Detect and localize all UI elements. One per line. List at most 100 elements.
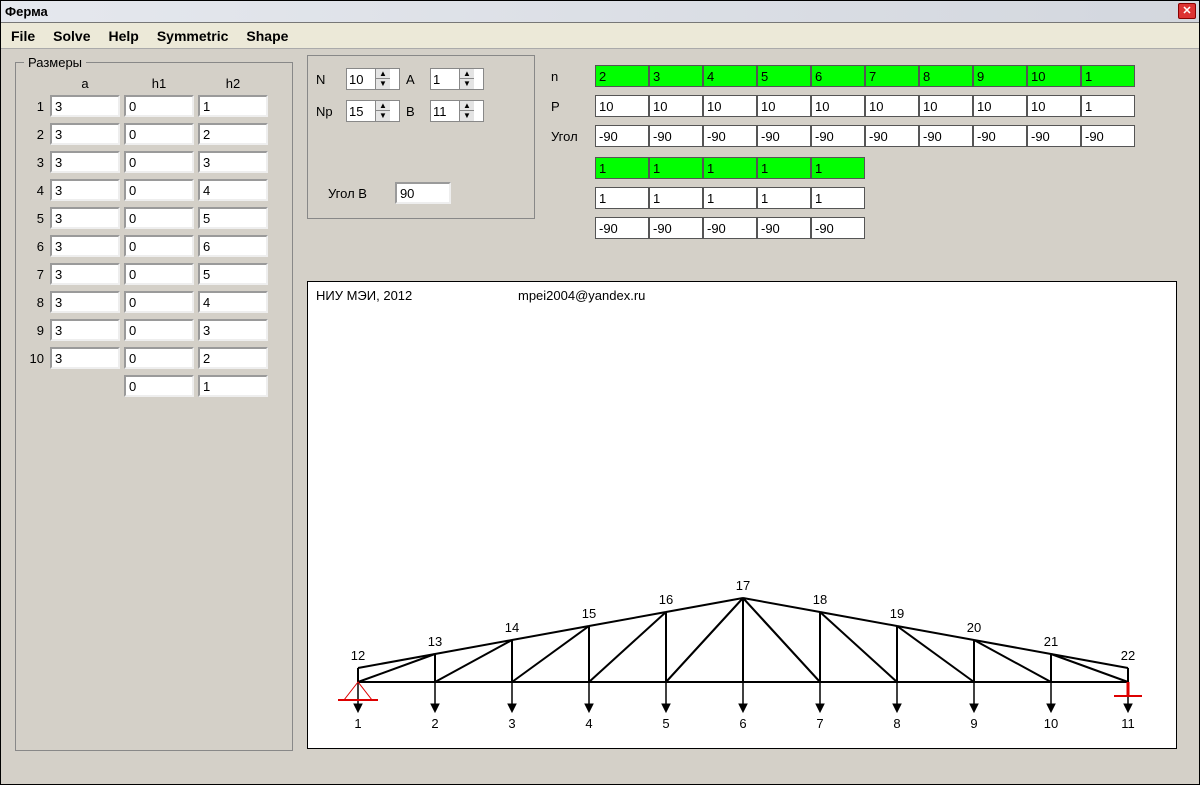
load-P-1[interactable]: 10 [649,95,703,117]
spin-N[interactable]: ▲▼ [346,68,400,90]
load-angle2-2[interactable]: -90 [703,217,757,239]
size-h1-3[interactable] [124,179,194,201]
size-h2-8[interactable] [198,319,268,341]
size-h2-3[interactable] [198,179,268,201]
load-angle-0[interactable]: -90 [595,125,649,147]
size-a-5[interactable] [50,235,120,257]
load-n-4[interactable]: 6 [811,65,865,87]
load-P-2[interactable]: 10 [703,95,757,117]
load-angle-5[interactable]: -90 [865,125,919,147]
size-h1-0[interactable] [124,95,194,117]
size-h1-7[interactable] [124,291,194,313]
size-h1-8[interactable] [124,319,194,341]
load-P-3[interactable]: 10 [757,95,811,117]
size-h2-9[interactable] [198,347,268,369]
load-n-3[interactable]: 5 [757,65,811,87]
load-n2-4[interactable]: 1 [811,157,865,179]
size-h2-5[interactable] [198,235,268,257]
size-h1-9[interactable] [124,347,194,369]
load-n-8[interactable]: 10 [1027,65,1081,87]
extra-h2[interactable] [198,375,268,397]
load-P-0[interactable]: 10 [595,95,649,117]
size-h2-2[interactable] [198,151,268,173]
size-h1-1[interactable] [124,123,194,145]
size-a-4[interactable] [50,207,120,229]
Np-up[interactable]: ▲ [376,101,390,111]
load-P-5[interactable]: 10 [865,95,919,117]
B-down[interactable]: ▼ [460,111,474,121]
load-angle-8[interactable]: -90 [1027,125,1081,147]
menu-symmetric[interactable]: Symmetric [157,28,229,44]
load-angle-3[interactable]: -90 [757,125,811,147]
load-angle2-4[interactable]: -90 [811,217,865,239]
load-P-6[interactable]: 10 [919,95,973,117]
size-a-3[interactable] [50,179,120,201]
load-P-4[interactable]: 10 [811,95,865,117]
size-h1-4[interactable] [124,207,194,229]
load-angle-6[interactable]: -90 [919,125,973,147]
size-h2-7[interactable] [198,291,268,313]
load-angle2-1[interactable]: -90 [649,217,703,239]
load-angle-9[interactable]: -90 [1081,125,1135,147]
size-h1-2[interactable] [124,151,194,173]
load-n2-1[interactable]: 1 [649,157,703,179]
load-angle-2[interactable]: -90 [703,125,757,147]
spin-Np[interactable]: ▲▼ [346,100,400,122]
load-P2-0[interactable]: 1 [595,187,649,209]
load-n-9[interactable]: 1 [1081,65,1135,87]
size-a-1[interactable] [50,123,120,145]
size-h2-4[interactable] [198,207,268,229]
load-P-9[interactable]: 1 [1081,95,1135,117]
menu-solve[interactable]: Solve [53,28,90,44]
size-h1-5[interactable] [124,235,194,257]
size-a-8[interactable] [50,319,120,341]
load-n-1[interactable]: 3 [649,65,703,87]
A-down[interactable]: ▼ [460,79,474,89]
load-P-8[interactable]: 10 [1027,95,1081,117]
load-P-7[interactable]: 10 [973,95,1027,117]
input-Np[interactable] [347,101,375,121]
load-n-0[interactable]: 2 [595,65,649,87]
size-a-2[interactable] [50,151,120,173]
spin-B[interactable]: ▲▼ [430,100,484,122]
menu-help[interactable]: Help [108,28,138,44]
size-h2-6[interactable] [198,263,268,285]
B-up[interactable]: ▲ [460,101,474,111]
load-P2-3[interactable]: 1 [757,187,811,209]
menu-shape[interactable]: Shape [246,28,288,44]
load-angle2-0[interactable]: -90 [595,217,649,239]
size-h2-0[interactable] [198,95,268,117]
A-up[interactable]: ▲ [460,69,474,79]
size-h2-1[interactable] [198,123,268,145]
input-A[interactable] [431,69,459,89]
N-up[interactable]: ▲ [376,69,390,79]
load-n2-0[interactable]: 1 [595,157,649,179]
load-n-5[interactable]: 7 [865,65,919,87]
menu-file[interactable]: File [11,28,35,44]
input-angleB[interactable] [395,182,451,204]
load-angle-1[interactable]: -90 [649,125,703,147]
load-angle-4[interactable]: -90 [811,125,865,147]
load-angle-7[interactable]: -90 [973,125,1027,147]
load-n2-3[interactable]: 1 [757,157,811,179]
load-P2-1[interactable]: 1 [649,187,703,209]
load-n-6[interactable]: 8 [919,65,973,87]
size-a-0[interactable] [50,95,120,117]
input-B[interactable] [431,101,459,121]
spin-A[interactable]: ▲▼ [430,68,484,90]
input-N[interactable] [347,69,375,89]
load-P2-4[interactable]: 1 [811,187,865,209]
load-n-7[interactable]: 9 [973,65,1027,87]
close-button[interactable]: ✕ [1178,3,1196,19]
N-down[interactable]: ▼ [376,79,390,89]
Np-down[interactable]: ▼ [376,111,390,121]
size-a-9[interactable] [50,347,120,369]
size-a-7[interactable] [50,291,120,313]
size-h1-6[interactable] [124,263,194,285]
load-angle2-3[interactable]: -90 [757,217,811,239]
load-P2-2[interactable]: 1 [703,187,757,209]
size-a-6[interactable] [50,263,120,285]
load-n2-2[interactable]: 1 [703,157,757,179]
load-n-2[interactable]: 4 [703,65,757,87]
extra-h1[interactable] [124,375,194,397]
